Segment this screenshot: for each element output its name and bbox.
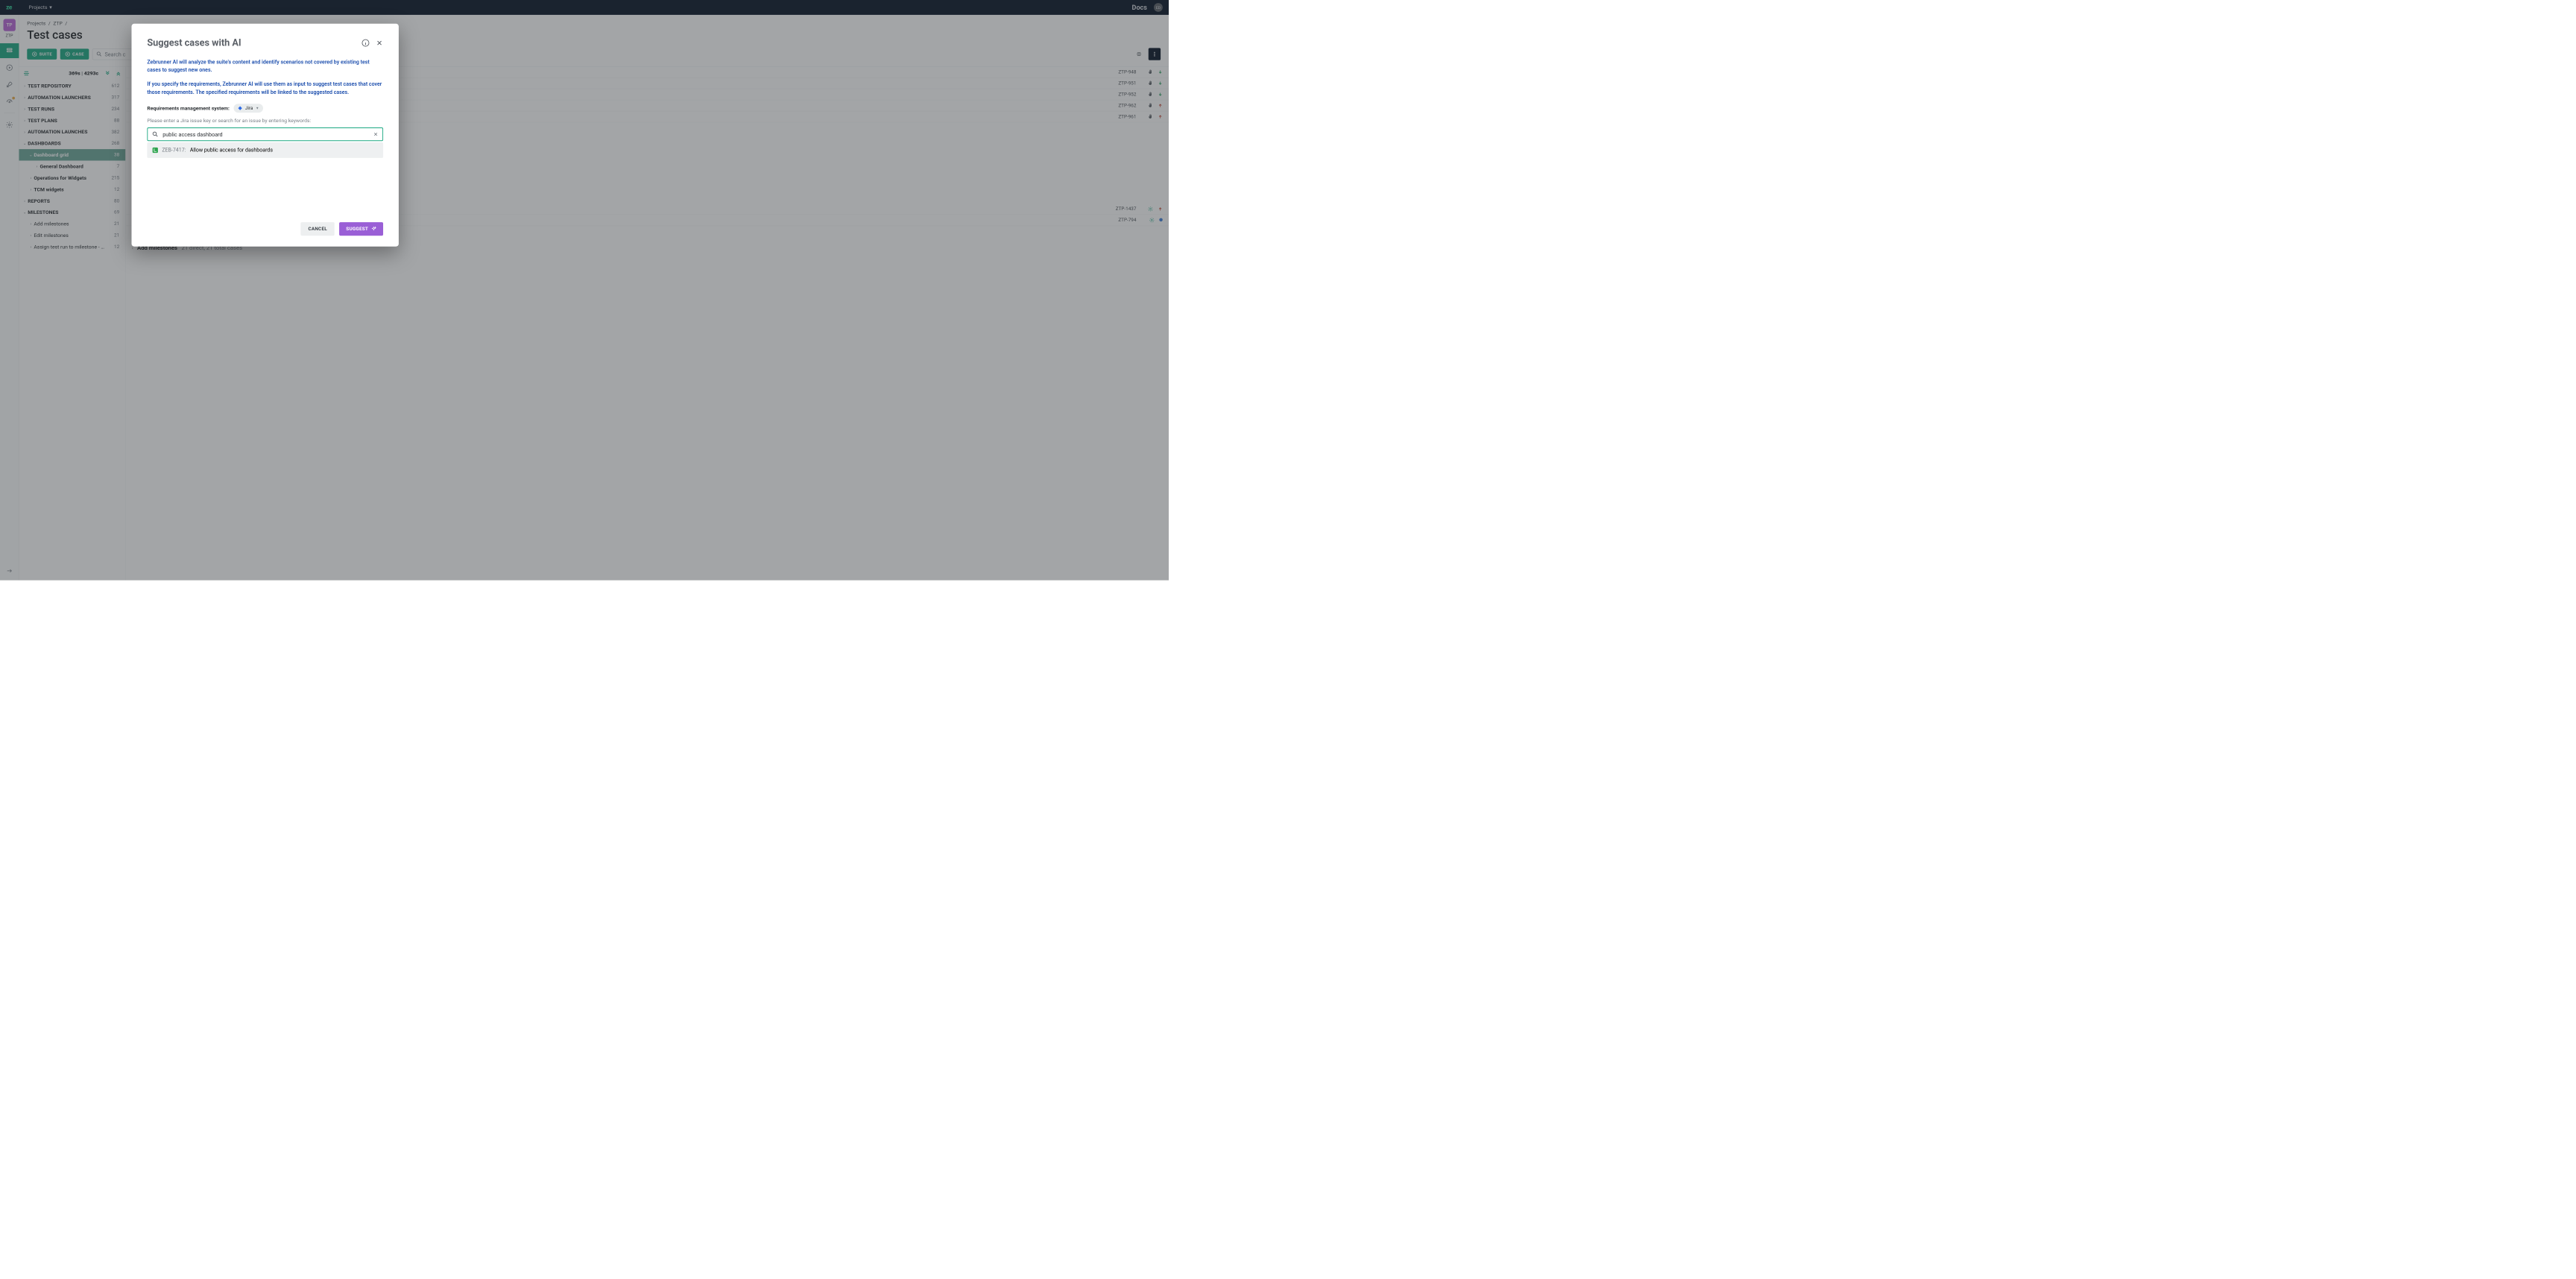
suggest-ai-modal: Suggest cases with AI Zebrunner AI will … [131, 24, 398, 247]
suggestion-key: ZEB-7417: [162, 147, 186, 153]
close-button[interactable] [376, 39, 383, 46]
modal-description-1: Zebrunner AI will analyze the suite's co… [147, 58, 383, 75]
search-icon [152, 131, 159, 138]
search-helper-text: Please enter a Jira issue key or search … [147, 117, 383, 123]
close-icon [376, 39, 383, 46]
caret-down-icon: ▼ [256, 107, 259, 110]
info-icon [362, 39, 370, 47]
issue-search-input[interactable] [162, 131, 369, 138]
requirements-row: Requirements management system: Jira ▼ [147, 104, 383, 113]
rms-chip-label: Jira [245, 106, 253, 111]
issue-search-field[interactable] [147, 127, 383, 141]
sparkle-icon [371, 227, 376, 232]
modal-description-2: If you specify the requirements, Zebrunn… [147, 80, 383, 97]
jira-icon [238, 106, 242, 110]
search-suggestion-item[interactable]: ZEB-7417: Allow public access for dashbo… [147, 142, 383, 158]
info-button[interactable] [362, 39, 370, 47]
rms-chip[interactable]: Jira ▼ [233, 104, 263, 113]
jira-story-icon [153, 148, 158, 153]
suggest-button-label: SUGGEST [346, 227, 368, 232]
close-icon [373, 132, 378, 137]
cancel-button[interactable]: CANCEL [300, 222, 334, 236]
modal-actions: CANCEL SUGGEST [147, 222, 383, 236]
requirements-label: Requirements management system: [147, 105, 230, 111]
suggest-button[interactable]: SUGGEST [339, 222, 383, 236]
modal-title: Suggest cases with AI [147, 37, 355, 48]
clear-search-button[interactable] [373, 132, 378, 137]
suggestion-title: Allow public access for dashboards [190, 147, 273, 153]
